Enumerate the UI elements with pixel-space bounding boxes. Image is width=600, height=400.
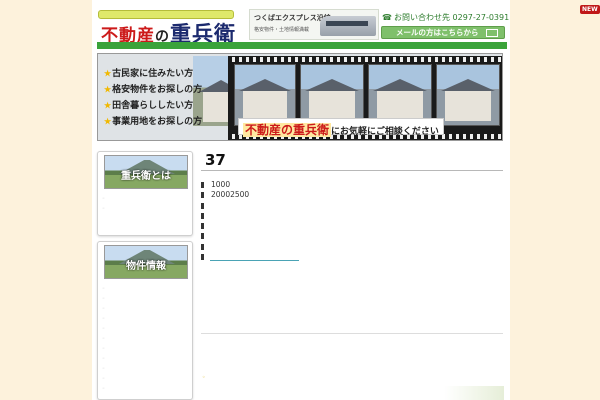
new-badge[interactable]: NEW (580, 5, 600, 14)
sidebar-heading-label: 物件情報 (126, 261, 166, 272)
main-banner: ★古民家に住みたい方 ★格安物件をお探しの方 ★田舎暮らししたい方 ★事業用地を… (97, 53, 503, 141)
train-banner[interactable]: つくばエクスプレス沿線 格安物件・土地情報満載 (249, 9, 379, 40)
star-icon: ★ (104, 84, 112, 94)
sidebar-heading-about[interactable]: 重兵衛とは (104, 155, 188, 189)
list-item[interactable]: ◦ (102, 204, 105, 214)
sidebar-heading-properties[interactable]: 物件情報 (104, 245, 188, 279)
banner-menu-item[interactable]: ★古民家に住みたい方 (104, 66, 202, 82)
detail-link[interactable] (210, 260, 299, 261)
envelope-icon (486, 29, 498, 37)
mail-button[interactable]: メールの方はこちらから (381, 26, 505, 39)
bullet-marker (201, 212, 204, 219)
sidebar-list: ◦ ◦ ◦ ◦ ◦ ◦ ◦ ◦ ◦ ◦ ◦ (102, 284, 105, 394)
detail-row (201, 242, 249, 252)
tagline-text: にお気軽にご相談ください (331, 127, 439, 137)
detail-row (201, 231, 249, 241)
banner-menu-item[interactable]: ★事業用地をお探しの方 (104, 114, 202, 130)
sidebar-list: ◦ ◦ (102, 194, 105, 214)
bullet-marker (201, 243, 204, 250)
list-item[interactable]: ◦ (102, 364, 105, 374)
bullet-marker (201, 192, 204, 199)
list-item[interactable]: ◦ (102, 294, 105, 304)
detail-row: 1000 (201, 180, 249, 190)
detail-row (201, 221, 249, 231)
sidebar-heading-label: 重兵衛とは (121, 171, 171, 182)
bullet-marker (201, 223, 204, 230)
list-item[interactable]: ◦ (102, 384, 105, 394)
train-image (320, 16, 376, 36)
mail-button-label: メールの方はこちらから (396, 28, 479, 37)
small-marker: ◦ (202, 374, 206, 381)
list-item[interactable]: ◦ (102, 194, 105, 204)
banner-menu-item[interactable]: ★田舎暮らししたい方 (104, 98, 202, 114)
banner-menu: ★古民家に住みたい方 ★格安物件をお探しの方 ★田舎暮らししたい方 ★事業用地を… (104, 66, 202, 130)
detail-row (201, 201, 249, 211)
list-item[interactable]: ◦ (102, 344, 105, 354)
property-details: 1000 20002500 (201, 180, 249, 262)
list-item[interactable]: ◦ (102, 284, 105, 294)
bullet-marker (201, 202, 204, 209)
sidebar-box-properties: 物件情報 ◦ ◦ ◦ ◦ ◦ ◦ ◦ ◦ ◦ ◦ ◦ (97, 241, 193, 400)
content-separator (201, 333, 503, 334)
contact-info: ☎ お問い合わせ先 0297-27-0391 (382, 12, 509, 23)
list-item[interactable]: ◦ (102, 374, 105, 384)
list-item[interactable]: ◦ (102, 304, 105, 314)
list-item[interactable]: ◦ (102, 354, 105, 364)
star-icon: ★ (104, 100, 112, 110)
list-item[interactable]: ◦ (102, 324, 105, 334)
corner-image (444, 386, 504, 400)
banner-menu-item[interactable]: ★格安物件をお探しの方 (104, 82, 202, 98)
header-divider (97, 42, 507, 49)
tagline-brand: 不動産の重兵衛 (243, 123, 332, 137)
sidebar-box-about: 重兵衛とは ◦ ◦ (97, 151, 193, 236)
phone-number: 0297-27-0391 (452, 13, 510, 22)
train-subtitle: 格安物件・土地情報満載 (254, 27, 310, 33)
page-title: 37 (201, 149, 503, 171)
contact-label: お問い合わせ先 (393, 13, 450, 22)
bullet-marker (201, 254, 204, 261)
detail-row (201, 211, 249, 221)
phone-icon: ☎ (382, 13, 392, 22)
banner-tagline: 不動産の重兵衛 にお気軽にご相談ください (238, 118, 444, 137)
star-icon: ★ (104, 68, 112, 78)
bullet-marker (201, 233, 204, 240)
star-icon: ★ (104, 116, 112, 126)
bullet-marker (201, 182, 204, 188)
detail-row: 20002500 (201, 190, 249, 200)
list-item[interactable]: ◦ (102, 334, 105, 344)
list-item[interactable]: ◦ (102, 314, 105, 324)
